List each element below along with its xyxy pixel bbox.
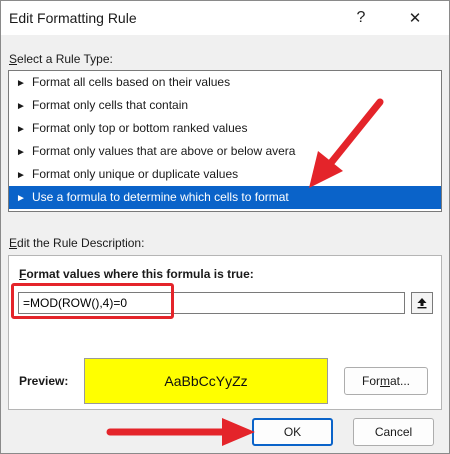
rule-type-item[interactable]: ► Format only unique or duplicate values xyxy=(9,163,441,186)
arrow-bullet-icon: ► xyxy=(16,147,26,158)
format-button[interactable]: For m at... xyxy=(344,367,428,395)
collapse-arrow-icon xyxy=(417,298,427,309)
arrow-bullet-icon: ► xyxy=(16,170,26,181)
title-bar: Edit Formatting Rule ? ✕ xyxy=(1,1,449,35)
rule-type-label: Select a Rule Type: xyxy=(9,52,113,66)
rule-type-item-label: Format only cells that contain xyxy=(32,98,189,112)
rule-type-item[interactable]: ► Format only values that are above or be… xyxy=(9,140,441,163)
preview-text: AaBbCcYyZz xyxy=(164,373,248,389)
rule-type-item-label: Format only unique or duplicate values xyxy=(32,167,239,181)
formula-highlight-annotation xyxy=(11,283,174,319)
arrow-bullet-icon: ► xyxy=(16,101,26,112)
rule-type-item-label: Format all cells based on their values xyxy=(32,75,231,89)
close-button[interactable]: ✕ xyxy=(393,1,437,35)
rule-type-item-label: Use a formula to determine which cells t… xyxy=(32,190,289,204)
arrow-bullet-icon: ► xyxy=(16,193,26,204)
edit-formatting-rule-dialog: Edit Formatting Rule ? ✕ Select a Rule T… xyxy=(0,0,450,454)
cancel-button-label: Cancel xyxy=(374,425,413,439)
rule-type-list[interactable]: ► Format all cells based on their values … xyxy=(8,70,442,212)
ok-button[interactable]: OK xyxy=(252,418,333,446)
arrow-bullet-icon: ► xyxy=(16,124,26,135)
cancel-button[interactable]: Cancel xyxy=(353,418,434,446)
formula-heading-text: ormat values where this formula is true: xyxy=(26,267,254,281)
help-button[interactable]: ? xyxy=(339,1,383,35)
dialog-title: Edit Formatting Rule xyxy=(9,10,137,26)
ok-button-label: OK xyxy=(283,425,302,439)
rule-description-panel: Format values where this formula is true… xyxy=(8,255,442,410)
rule-type-label-accel: S xyxy=(9,52,18,66)
arrow-bullet-icon: ► xyxy=(16,78,26,89)
rule-description-label-accel: E xyxy=(9,236,18,250)
rule-type-item-selected[interactable]: ► Use a formula to determine which cells … xyxy=(9,186,441,209)
rule-type-item-label: Format only values that are above or bel… xyxy=(32,144,296,158)
format-button-text-rest: at... xyxy=(389,374,410,388)
rule-type-item-label: Format only top or bottom ranked values xyxy=(32,121,248,135)
rule-type-item[interactable]: ► Format only cells that contain xyxy=(9,94,441,117)
preview-swatch: AaBbCcYyZz xyxy=(84,358,328,404)
rule-description-label-text: dit the Rule Description: xyxy=(17,236,145,250)
formula-heading: Format values where this formula is true… xyxy=(19,267,254,281)
close-icon: ✕ xyxy=(408,10,422,27)
rule-description-label: Edit the Rule Description: xyxy=(9,236,144,250)
rule-type-item[interactable]: ► Format only top or bottom ranked values xyxy=(9,117,441,140)
format-button-text: For xyxy=(361,374,380,388)
collapse-dialog-button[interactable] xyxy=(411,292,433,314)
format-button-accel: m xyxy=(379,374,390,388)
help-icon: ? xyxy=(356,9,366,26)
rule-type-item[interactable]: ► Format all cells based on their values xyxy=(9,71,441,94)
preview-label: Preview: xyxy=(19,374,69,388)
rule-type-label-text: elect a Rule Type: xyxy=(17,52,113,66)
